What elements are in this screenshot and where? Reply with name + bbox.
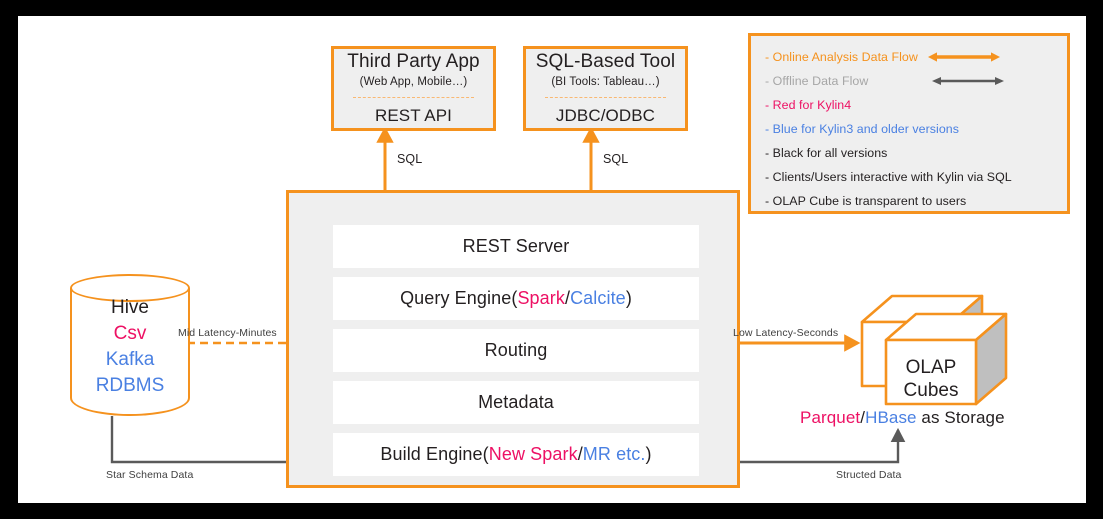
client-subtitle: (Web App, Mobile…) <box>359 75 468 88</box>
legend-item-label: - Blue for Kylin3 and older versions <box>765 121 959 136</box>
legend-item: - Blue for Kylin3 and older versions <box>765 117 1067 141</box>
legend-item-label: - Red for Kylin4 <box>765 97 852 112</box>
star-schema-label: Star Schema Data <box>106 469 194 481</box>
core-row-label: Metadata <box>478 392 554 412</box>
core-row-label: Routing <box>484 340 548 360</box>
legend-item-label: - Online Analysis Data Flow <box>765 49 918 64</box>
data-source-label-group: Hive Csv Kafka RDBMS <box>70 295 190 399</box>
core-row-build-engine[interactable]: Build Engine(New Spark/MR etc.) <box>333 433 699 476</box>
diagram-canvas: Third Party App (Web App, Mobile…) REST … <box>18 16 1086 503</box>
storage-caption: Parquet/HBase as Storage <box>800 408 1005 428</box>
core-row-routing[interactable]: Routing <box>333 329 699 372</box>
core-row-query-engine[interactable]: Query Engine(Spark/Calcite) <box>333 277 699 320</box>
core-row-label: Query Engine(Spark/Calcite) <box>400 288 632 308</box>
client-title: SQL-Based Tool <box>535 51 676 73</box>
client-box-third-party-app[interactable]: Third Party App (Web App, Mobile…) REST … <box>331 46 496 131</box>
client-api-label: JDBC/ODBC <box>555 105 656 125</box>
client-subtitle: (BI Tools: Tableau…) <box>551 75 660 88</box>
screenshot-frame: Third Party App (Web App, Mobile…) REST … <box>0 0 1103 519</box>
legend-item-label: - Clients/Users interactive with Kylin v… <box>765 169 1012 184</box>
data-source-line-csv: Csv <box>113 323 147 344</box>
legend-item: - Black for all versions <box>765 141 1067 165</box>
mid-latency-label: Mid Latency-Minutes <box>178 327 277 339</box>
core-row-metadata[interactable]: Metadata <box>333 381 699 424</box>
legend-arrow-double-gray <box>932 75 1005 87</box>
legend-item: - OLAP Cube is transparent to users <box>765 189 1067 213</box>
storage-caption-parquet: Parquet <box>800 408 861 427</box>
storage-caption-suffix: as Storage <box>916 408 1005 427</box>
low-latency-label: Low Latency-Seconds <box>733 327 839 339</box>
data-source-line-hive: Hive <box>110 297 149 318</box>
core-row-label: REST Server <box>462 236 570 256</box>
legend-panel: - Online Analysis Data Flow - Offline Da… <box>748 33 1070 214</box>
client-api-label: REST API <box>374 105 453 125</box>
client-title: Third Party App <box>347 51 480 73</box>
legend-item: - Online Analysis Data Flow <box>765 45 1067 69</box>
olap-cubes-label-line2: Cubes <box>903 380 959 401</box>
legend-item-label: - OLAP Cube is transparent to users <box>765 193 967 208</box>
client-box-sql-based-tool[interactable]: SQL-Based Tool (BI Tools: Tableau…) JDBC… <box>523 46 688 131</box>
sql-label-right: SQL <box>603 152 629 166</box>
core-row-label: Build Engine(New Spark/MR etc.) <box>380 444 652 464</box>
data-source-line-rdbms: RDBMS <box>95 375 165 396</box>
sql-label-left: SQL <box>397 152 423 166</box>
structed-data-label: Structed Data <box>836 469 902 481</box>
legend-item-label: - Black for all versions <box>765 145 888 160</box>
legend-item-label: - Offline Data Flow <box>765 73 869 88</box>
core-row-rest-server[interactable]: REST Server <box>333 225 699 268</box>
legend-item: - Offline Data Flow <box>765 69 1067 93</box>
storage-caption-hbase: HBase <box>865 408 917 427</box>
legend-item: - Red for Kylin4 <box>765 93 1067 117</box>
legend-arrow-double-orange <box>927 51 1000 63</box>
olap-cubes-label-line1: OLAP <box>905 357 957 378</box>
olap-cubes-label: OLAP Cubes <box>886 356 976 402</box>
legend-item: - Clients/Users interactive with Kylin v… <box>765 165 1067 189</box>
data-source-line-kafka: Kafka <box>105 349 155 370</box>
client-divider <box>353 96 474 98</box>
client-divider <box>545 96 666 98</box>
kylin-core-container: REST Server Query Engine(Spark/Calcite) … <box>286 190 740 488</box>
